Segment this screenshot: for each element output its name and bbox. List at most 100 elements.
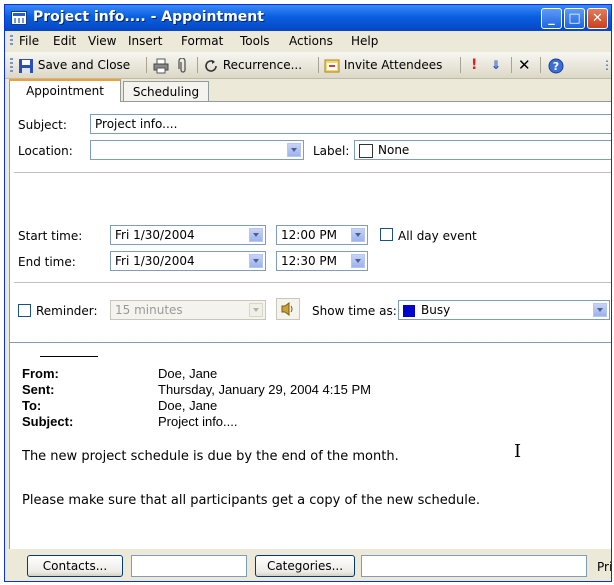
help-button[interactable]: ? — [548, 56, 564, 74]
chevron-down-icon[interactable] — [351, 228, 365, 242]
importance-low-icon[interactable]: ⇓ — [491, 56, 501, 74]
label-select[interactable]: None — [354, 140, 611, 160]
menu-format[interactable]: Format — [181, 34, 223, 48]
save-and-close-button[interactable]: Save and Close — [18, 56, 130, 74]
body-line-1: The new project schedule is due by the e… — [22, 449, 399, 464]
menu-view[interactable]: View — [88, 34, 116, 48]
subject-header-label: Subject: — [22, 414, 74, 429]
chevron-down-icon[interactable] — [287, 143, 301, 157]
toolbar-separator — [540, 57, 541, 73]
reminder-select[interactable]: 15 minutes — [110, 300, 266, 320]
label-color-swatch — [359, 143, 373, 158]
chevron-down-icon[interactable] — [249, 303, 263, 317]
start-time-value: 12:00 PM — [281, 228, 337, 242]
separator-rule — [40, 356, 98, 357]
help-icon: ? — [548, 58, 564, 73]
end-time-select[interactable]: 12:30 PM — [276, 251, 368, 271]
show-time-as-label: Show time as: — [312, 304, 397, 318]
section-divider — [14, 172, 611, 173]
chevron-down-icon[interactable] — [249, 228, 263, 242]
recurrence-label: Recurrence... — [222, 58, 303, 72]
message-body[interactable]: From: Doe, Jane Sent: Thursday, January … — [10, 342, 611, 549]
importance-high-icon[interactable]: ! — [471, 56, 477, 74]
standard-toolbar: Save and Close Recurrence... Invite Atte… — [5, 52, 611, 79]
floppy-disk-icon — [19, 58, 33, 73]
toolbar-grip[interactable] — [10, 58, 13, 72]
subject-header-value: Project info.... — [158, 414, 238, 429]
label-value: None — [378, 143, 410, 157]
subject-input[interactable]: Project info.... — [90, 114, 611, 134]
start-time-select[interactable]: 12:00 PM — [276, 225, 368, 245]
minimize-button[interactable]: _ — [541, 8, 562, 29]
categories-button[interactable]: Categories... — [255, 555, 355, 577]
contacts-input[interactable] — [131, 555, 247, 577]
maximize-button[interactable]: □ — [564, 8, 585, 29]
chevron-down-icon[interactable] — [351, 254, 365, 268]
to-value: Doe, Jane — [158, 398, 218, 413]
title-bar[interactable]: Project info.... - Appointment _ □ ✕ — [5, 5, 611, 31]
location-label: Location: — [18, 144, 73, 158]
printer-icon — [153, 58, 169, 73]
menu-file[interactable]: File — [19, 34, 39, 48]
show-time-as-select[interactable]: Busy — [398, 300, 610, 320]
menu-insert[interactable]: Insert — [128, 34, 162, 48]
menu-bar: File Edit View Insert Format Tools Actio… — [5, 31, 611, 51]
save-and-close-label: Save and Close — [37, 58, 131, 72]
menu-tools[interactable]: Tools — [240, 34, 270, 48]
menu-grip[interactable] — [10, 35, 13, 47]
recurrence-button[interactable]: Recurrence... — [203, 56, 302, 74]
end-time-label: End time: — [18, 255, 76, 269]
appointment-panel: Subject: Project info.... Location: Labe… — [9, 101, 611, 549]
sent-label: Sent: — [22, 382, 55, 397]
from-label: From: — [22, 366, 59, 381]
invite-attendees-label: Invite Attendees — [343, 58, 443, 72]
subject-label: Subject: — [18, 118, 67, 132]
close-button[interactable]: ✕ — [587, 8, 608, 29]
all-day-event-checkbox[interactable] — [380, 228, 393, 241]
body-line-2: Please make sure that all participants g… — [22, 493, 480, 508]
chevron-down-icon[interactable] — [249, 254, 263, 268]
toolbar-separator — [511, 57, 512, 73]
menu-actions[interactable]: Actions — [289, 34, 333, 48]
location-combobox[interactable] — [90, 140, 304, 160]
reminder-sound-button[interactable] — [276, 298, 300, 320]
chevron-down-icon[interactable] — [593, 303, 607, 317]
delete-icon[interactable]: ✕ — [518, 56, 531, 74]
reminder-checkbox[interactable] — [18, 304, 31, 317]
tab-strip: Appointment Scheduling — [5, 79, 611, 102]
speaker-icon — [281, 302, 293, 316]
end-date-select[interactable]: Fri 1/30/2004 — [110, 251, 266, 271]
text-cursor-icon: I — [514, 441, 522, 462]
from-value: Doe, Jane — [158, 366, 218, 381]
to-label: To: — [22, 398, 42, 413]
invite-attendees-button[interactable]: Invite Attendees — [324, 56, 442, 74]
attach-file-button[interactable] — [177, 56, 189, 74]
toolbar-overflow-icon[interactable]: ⋮ — [601, 56, 611, 74]
paperclip-icon — [178, 57, 186, 73]
reminder-value: 15 minutes — [115, 303, 183, 317]
toolbar-separator — [146, 57, 147, 73]
toolbar-separator — [318, 57, 319, 73]
label-label: Label: — [313, 144, 350, 158]
window-title: Project info.... - Appointment — [33, 9, 264, 25]
all-day-event-label: All day event — [398, 229, 477, 243]
end-date-value: Fri 1/30/2004 — [115, 254, 195, 268]
calendar-icon — [11, 11, 27, 25]
busy-color-swatch — [403, 304, 415, 317]
categories-input[interactable] — [361, 555, 587, 577]
contacts-button[interactable]: Contacts... — [27, 555, 123, 577]
toolbar-separator — [197, 57, 198, 73]
menu-help[interactable]: Help — [351, 34, 378, 48]
end-time-value: 12:30 PM — [281, 254, 337, 268]
tab-appointment[interactable]: Appointment — [9, 79, 121, 102]
reminder-label: Reminder: — [36, 304, 98, 318]
appointment-window: Project info.... - Appointment _ □ ✕ Fil… — [4, 4, 612, 582]
start-date-select[interactable]: Fri 1/30/2004 — [110, 225, 266, 245]
recurrence-icon — [205, 59, 217, 72]
start-time-label: Start time: — [18, 229, 83, 243]
show-time-as-value: Busy — [421, 303, 451, 317]
tab-scheduling[interactable]: Scheduling — [123, 81, 209, 101]
print-button[interactable] — [153, 56, 169, 74]
sent-value: Thursday, January 29, 2004 4:15 PM — [158, 382, 371, 397]
menu-edit[interactable]: Edit — [53, 34, 76, 48]
